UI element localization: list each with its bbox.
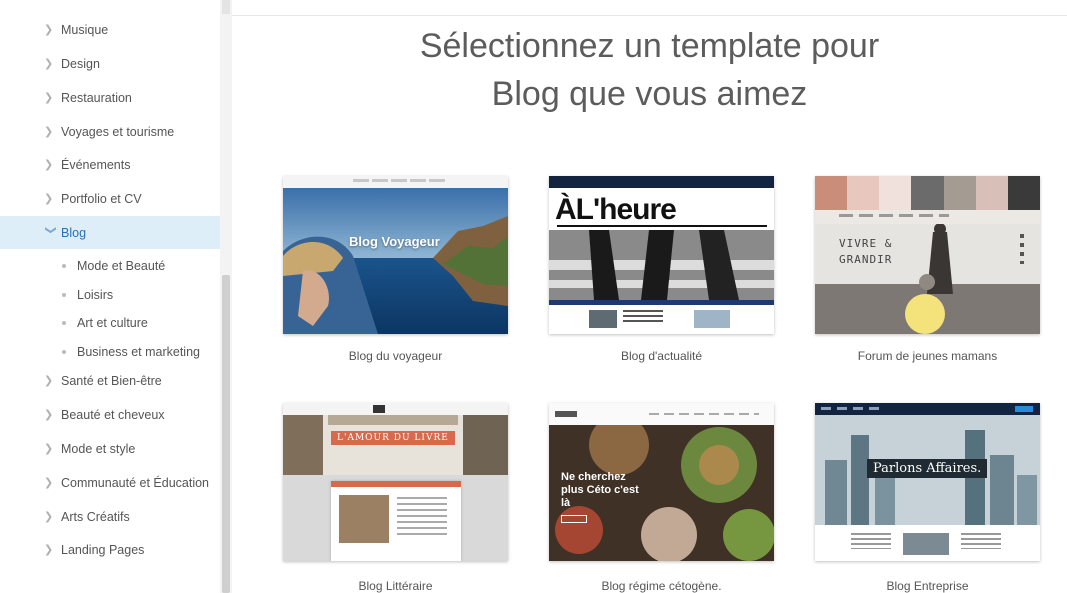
- template-card-litteraire[interactable]: L'AMOUR DU LIVRE Blog Littéraire: [283, 403, 508, 593]
- thumbnail-post-card: [331, 481, 461, 561]
- page-title-line1: Sélectionnez un template pour: [419, 27, 880, 65]
- template-thumbnail[interactable]: ÀL'heure: [549, 176, 774, 334]
- sidebar-item-portfolio[interactable]: ❯ Portfolio et CV: [0, 182, 220, 215]
- template-caption[interactable]: Blog Littéraire: [283, 579, 508, 593]
- thumbnail-nav-links: [649, 413, 759, 415]
- sidebar-subitem-art-culture[interactable]: Art et culture: [0, 308, 220, 337]
- page-title: Sélectionnez un template pour Blog que v…: [232, 22, 1067, 118]
- top-divider: [232, 15, 1067, 16]
- chevron-right-icon: ❯: [44, 92, 54, 104]
- category-sidebar: ❯ Musique ❯ Design ❯ Restauration ❯ Voyages …: [0, 0, 220, 593]
- thumbnail-nav-links: [353, 179, 445, 182]
- chevron-right-icon: ❯: [44, 544, 54, 556]
- sidebar-subitem-mode-beaute[interactable]: Mode et Beauté: [0, 251, 220, 280]
- thumbnail-social-icons: [1020, 234, 1024, 264]
- sidebar-item-sante[interactable]: ❯ Santé et Bien-être: [0, 364, 220, 397]
- sidebar-subitem-loisirs[interactable]: Loisirs: [0, 280, 220, 309]
- template-card-cetogene[interactable]: Ne cherchez plus Céto c'est là Blog régi…: [549, 403, 774, 593]
- travel-photo: [283, 188, 508, 334]
- thumbnail-nav-bar: [549, 403, 774, 425]
- scrollbar-track-top: [222, 0, 230, 14]
- thumbnail-title-rule: [557, 225, 767, 227]
- template-card-entreprise[interactable]: Parlons Affaires. Blog Entreprise: [815, 403, 1040, 593]
- thumbnail-article-text: [851, 533, 891, 549]
- thumbnail-nav-bar: [549, 176, 774, 188]
- sidebar-item-restauration[interactable]: ❯ Restauration: [0, 81, 220, 114]
- sidebar-item-landing[interactable]: ❯ Landing Pages: [0, 533, 220, 566]
- thumbnail-title: ÀL'heure: [555, 193, 677, 226]
- bullet-icon: [62, 320, 66, 325]
- template-thumbnail[interactable]: VIVRE & GRANDIR: [815, 176, 1040, 334]
- sidebar-item-musique[interactable]: ❯ Musique: [0, 13, 220, 46]
- thumbnail-photo-strip: [815, 176, 1040, 210]
- thumbnail-social-icons: [1015, 406, 1033, 412]
- crosswalk-photo: [549, 230, 774, 300]
- template-card-mamans[interactable]: VIVRE & GRANDIR Forum de jeunes mamans: [815, 176, 1040, 363]
- page-title-line2: Blog que vous aimez: [491, 75, 808, 113]
- thumbnail-title: Parlons Affaires.: [867, 459, 988, 478]
- chevron-right-icon: ❯: [44, 375, 54, 387]
- template-card-actualite[interactable]: ÀL'heure Blog d'actualité: [549, 176, 774, 363]
- scrollbar-thumb[interactable]: [222, 275, 230, 593]
- sidebar-item-blog[interactable]: ❯ Blog: [0, 216, 220, 249]
- thumbnail-article-image: [903, 533, 949, 555]
- thumbnail-article-text: [961, 533, 1001, 549]
- bullet-icon: [62, 292, 66, 297]
- chevron-right-icon: ❯: [44, 409, 54, 421]
- sidebar-scrollbar[interactable]: [220, 0, 232, 593]
- thumbnail-title: Ne cherchez plus Céto c'est là: [561, 471, 639, 509]
- thumbnail-logo: [555, 411, 577, 417]
- thumbnail-section-bar: [549, 300, 774, 305]
- thumbnail-title: L'AMOUR DU LIVRE: [331, 431, 455, 445]
- sidebar-item-arts[interactable]: ❯ Arts Créatifs: [0, 500, 220, 533]
- thumbnail-active-tab: [373, 405, 385, 413]
- chevron-right-icon: ❯: [44, 193, 54, 205]
- thumbnail-post-text: [397, 497, 447, 537]
- bullet-icon: [62, 263, 66, 268]
- chevron-right-icon: ❯: [44, 24, 54, 36]
- chevron-right-icon: ❯: [44, 126, 54, 138]
- template-caption[interactable]: Blog du voyageur: [283, 349, 508, 363]
- template-caption[interactable]: Forum de jeunes mamans: [815, 349, 1040, 363]
- thumbnail-title: VIVRE & GRANDIR: [839, 237, 893, 266]
- sidebar-item-mode-style[interactable]: ❯ Mode et style: [0, 432, 220, 465]
- bookshelf-photo: [283, 415, 508, 475]
- sidebar-item-voyages[interactable]: ❯ Voyages et tourisme: [0, 115, 220, 148]
- template-caption[interactable]: Blog Entreprise: [815, 579, 1040, 593]
- sidebar-item-communaute[interactable]: ❯ Communauté et Éducation: [0, 466, 220, 499]
- template-thumbnail[interactable]: Blog Voyageur: [283, 176, 508, 334]
- sidebar-item-evenements[interactable]: ❯ Événements: [0, 148, 220, 181]
- sidebar-item-beaute[interactable]: ❯ Beauté et cheveux: [0, 398, 220, 431]
- thumbnail-menu: [839, 214, 949, 217]
- thumbnail-nav-bar: [815, 403, 1040, 415]
- template-caption[interactable]: Blog régime cétogène.: [549, 579, 774, 593]
- chevron-right-icon: ❯: [44, 443, 54, 455]
- thumbnail-article-image: [694, 310, 730, 328]
- thumbnail-article-text: [623, 310, 663, 324]
- template-thumbnail[interactable]: Parlons Affaires.: [815, 403, 1040, 561]
- thumbnail-post-image: [339, 495, 389, 543]
- chevron-right-icon: ❯: [44, 58, 54, 70]
- chevron-right-icon: ❯: [44, 511, 54, 523]
- template-card-voyageur[interactable]: Blog Voyageur Blog du voyageur: [283, 176, 508, 363]
- thumbnail-cta-button: [561, 515, 587, 523]
- template-thumbnail[interactable]: Ne cherchez plus Céto c'est là: [549, 403, 774, 561]
- thumbnail-title: Blog Voyageur: [349, 234, 440, 249]
- thumbnail-article-image: [589, 310, 617, 328]
- template-thumbnail[interactable]: L'AMOUR DU LIVRE: [283, 403, 508, 561]
- chevron-right-icon: ❯: [44, 477, 54, 489]
- bullet-icon: [62, 349, 66, 354]
- chevron-right-icon: ❯: [44, 159, 54, 171]
- chevron-down-icon: ❯: [44, 225, 57, 235]
- thumbnail-nav-bar: [283, 176, 508, 188]
- template-caption[interactable]: Blog d'actualité: [549, 349, 774, 363]
- sidebar-subitem-business[interactable]: Business et marketing: [0, 337, 220, 366]
- thumbnail-post-header: [331, 481, 461, 487]
- thumbnail-nav-bar: [283, 403, 508, 415]
- sidebar-item-design[interactable]: ❯ Design: [0, 47, 220, 80]
- thumbnail-nav-links: [821, 407, 881, 410]
